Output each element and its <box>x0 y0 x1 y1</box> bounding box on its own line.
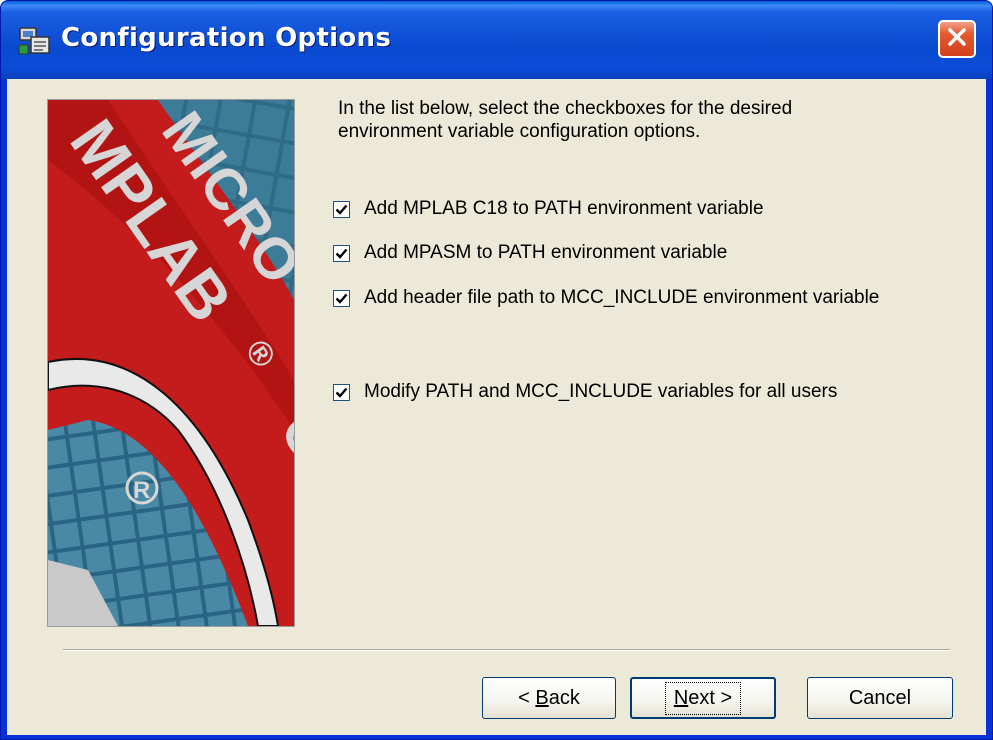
back-button-label: < Back <box>518 686 580 709</box>
checkbox-add-mpasm-path[interactable] <box>333 244 350 262</box>
option-label: Add header file path to MCC_INCLUDE envi… <box>364 287 880 308</box>
setup-app-icon <box>17 23 53 59</box>
option-label: Add MPLAB C18 to PATH environment variab… <box>364 198 764 219</box>
button-separator <box>63 649 950 651</box>
option-label: Modify PATH and MCC_INCLUDE variables fo… <box>364 381 838 402</box>
next-button-label: Next > <box>664 681 742 715</box>
checkbox-add-mcc-include[interactable] <box>333 289 350 307</box>
close-icon <box>946 26 968 53</box>
option-add-mcc-include[interactable]: Add header file path to MCC_INCLUDE envi… <box>333 283 879 313</box>
checkmark-icon <box>335 387 348 398</box>
checkmark-icon <box>335 293 348 304</box>
checkmark-icon <box>335 204 348 215</box>
cancel-button-label: Cancel <box>848 686 912 709</box>
option-all-users[interactable]: Modify PATH and MCC_INCLUDE variables fo… <box>333 377 837 407</box>
next-button[interactable]: Next > <box>630 677 776 719</box>
option-label: Add MPASM to PATH environment variable <box>364 242 728 263</box>
option-add-mpasm-path[interactable]: Add MPASM to PATH environment variable <box>333 238 727 268</box>
back-button[interactable]: < Back <box>482 677 616 719</box>
dialog-body: MPLAB MICRO ® C R In the list below, sel… <box>7 79 986 735</box>
svg-text:R: R <box>133 477 150 504</box>
checkbox-add-c18-path[interactable] <box>333 200 350 218</box>
close-button[interactable] <box>938 20 976 58</box>
cancel-button[interactable]: Cancel <box>807 677 953 719</box>
checkmark-icon <box>335 248 348 259</box>
title-bar[interactable]: Configuration Options <box>1 1 992 79</box>
checkbox-all-users[interactable] <box>333 383 350 401</box>
intro-text: In the list below, select the checkboxes… <box>338 98 793 142</box>
option-add-c18-path[interactable]: Add MPLAB C18 to PATH environment variab… <box>333 194 764 224</box>
dialog-window: Configuration Options MPLAB MICRO ® C R … <box>0 0 993 740</box>
window-title: Configuration Options <box>61 23 392 53</box>
mplab-banner-image: MPLAB MICRO ® C R <box>47 99 295 627</box>
